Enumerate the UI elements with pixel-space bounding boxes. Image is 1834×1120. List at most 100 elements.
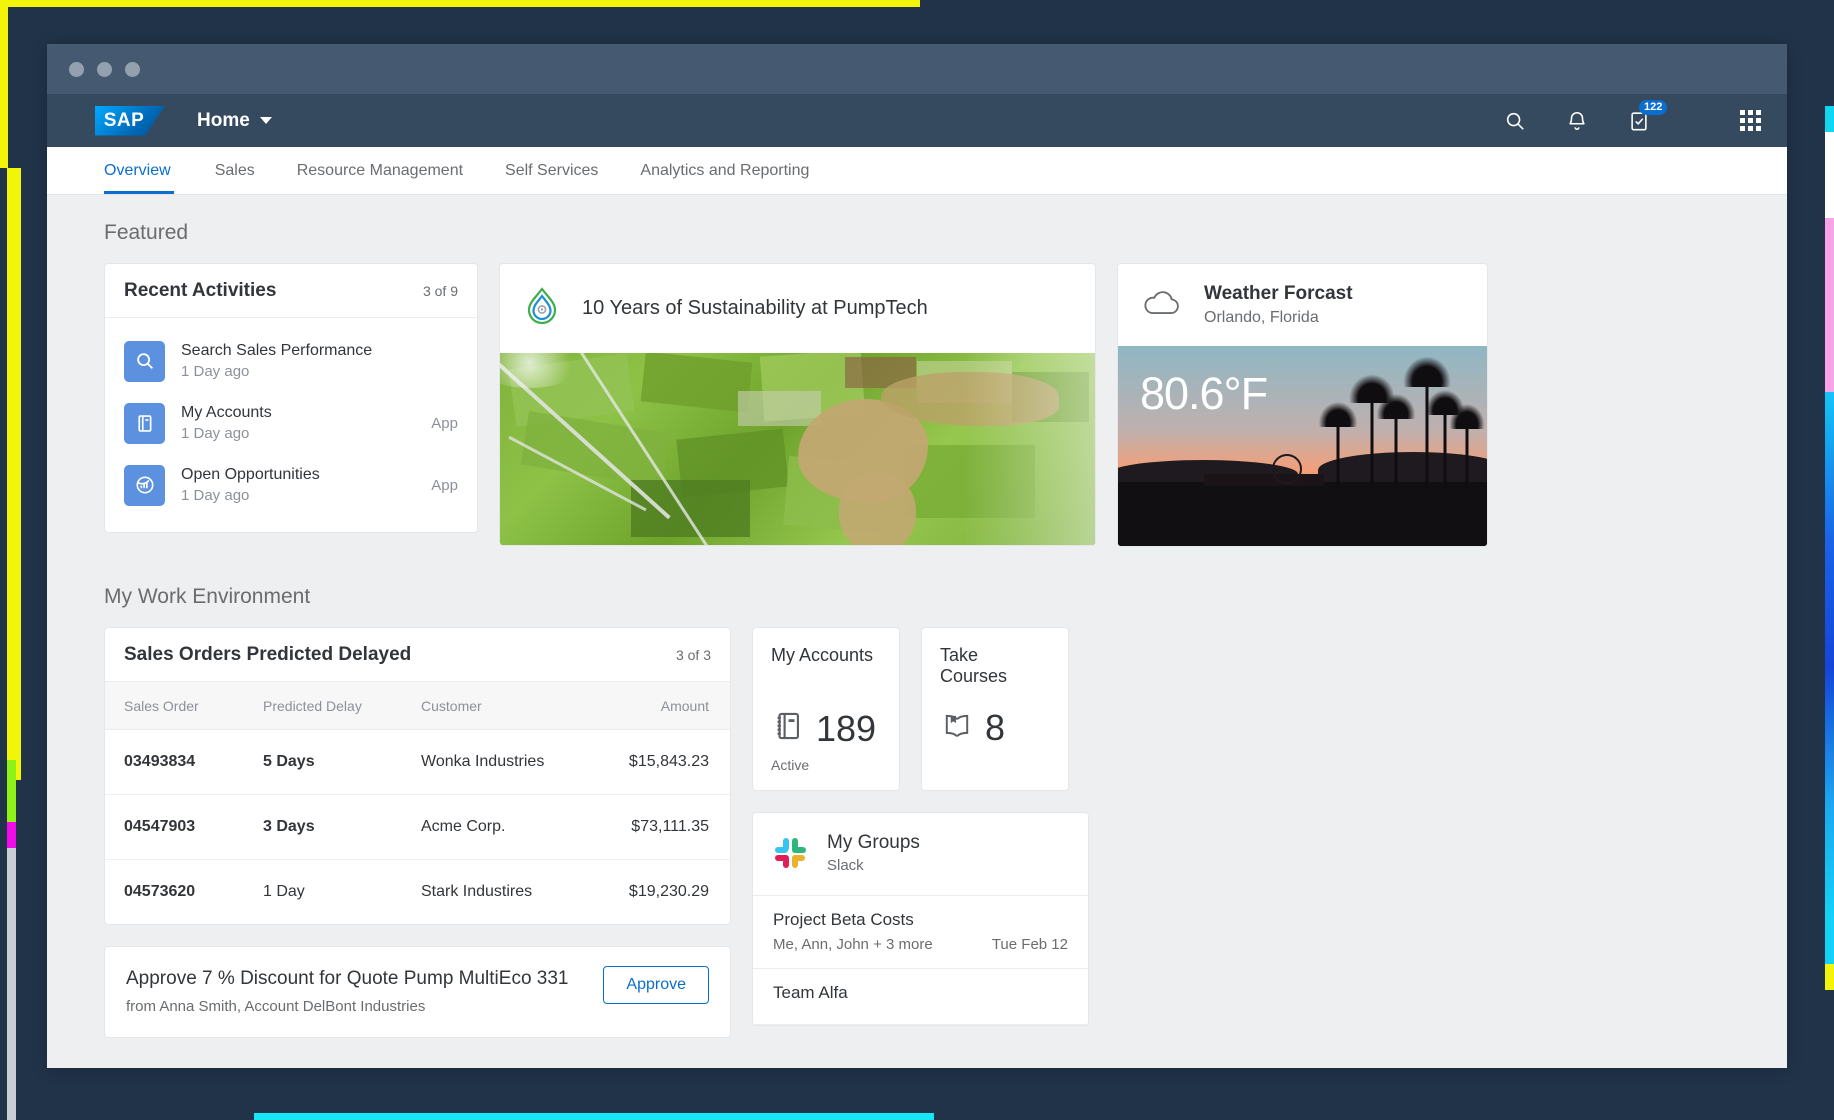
- slack-logo-icon: [773, 836, 809, 872]
- tab-sales[interactable]: Sales: [194, 147, 276, 194]
- grid-menu-icon[interactable]: [1740, 110, 1761, 131]
- tab-resource-management-label: Resource Management: [296, 161, 464, 179]
- home-menu-button[interactable]: Home: [197, 110, 272, 132]
- bell-icon[interactable]: [1564, 108, 1590, 134]
- cell-customer: Stark Industires: [421, 883, 533, 900]
- kpi-tiles-row: My Accounts 189 Active Take Courses 8: [752, 627, 1089, 791]
- column-header-customer[interactable]: Customer: [421, 682, 601, 730]
- weather-title: Weather Forcast: [1204, 283, 1353, 304]
- tile-take-courses[interactable]: Take Courses 8: [921, 627, 1069, 791]
- tile-my-accounts-title: My Accounts: [771, 645, 874, 665]
- cell-amount: $19,230.29: [628, 883, 709, 900]
- approval-subtitle: from Anna Smith, Account DelBont Industr…: [126, 998, 426, 1015]
- list-item[interactable]: Search Sales Performance 1 Day ago: [105, 330, 477, 392]
- cell-amount: $15,843.23: [601, 729, 730, 795]
- edge-strip-bottom: [254, 1113, 934, 1120]
- edge-strip-top: [0, 0, 920, 7]
- search-icon: [124, 340, 165, 382]
- column-header-amount[interactable]: Amount: [601, 682, 730, 730]
- table-row[interactable]: 04547903 3 Days Acme Corp. $73,111.35: [105, 794, 730, 860]
- my-groups-source: Slack: [827, 857, 864, 874]
- search-icon[interactable]: [1502, 108, 1528, 134]
- section-title-featured: Featured: [104, 221, 189, 244]
- cell-sales-order: 04573620: [124, 883, 196, 900]
- edge-strip-right-cyan: [1825, 106, 1834, 132]
- tile-take-courses-title: Take Courses: [940, 645, 1008, 686]
- page-content: Featured Recent Activities 3 of 9 Search…: [47, 195, 1787, 1068]
- sap-logo[interactable]: SAP: [95, 105, 165, 136]
- group-item-members: Me, Ann, John + 3 more: [773, 936, 933, 953]
- edge-strip-right-cyan2: [1825, 922, 1834, 964]
- weather-header: Weather Forcast Orlando, Florida: [1118, 264, 1487, 346]
- temperature-value: 80.6°F: [1140, 368, 1268, 419]
- group-list-item[interactable]: Project Beta Costs Me, Ann, John + 3 mor…: [753, 896, 1088, 969]
- chart-globe-icon: [124, 464, 165, 506]
- sap-logo-text: SAP: [103, 109, 145, 131]
- list-item-title: Open Opportunities: [181, 466, 320, 483]
- tile-my-accounts-footer: Active: [771, 757, 810, 773]
- cell-customer: Acme Corp.: [421, 794, 601, 860]
- card-approval-request: Approve 7 % Discount for Quote Pump Mult…: [104, 946, 731, 1038]
- group-item-date: Tue Feb 12: [991, 936, 1068, 953]
- list-item-tag: App: [431, 476, 458, 494]
- sales-orders-table: Sales Order Predicted Delay Customer Amo…: [105, 682, 730, 924]
- recent-activities-count: 3 of 9: [422, 283, 458, 299]
- tab-self-services[interactable]: Self Services: [484, 147, 619, 194]
- cloud-icon: [1140, 287, 1184, 324]
- edge-strip-right-white: [1825, 132, 1834, 218]
- list-item-text: Open Opportunities 1 Day ago: [181, 464, 320, 506]
- open-book-icon: [940, 708, 974, 747]
- card-my-groups: My Groups Slack Project Beta Costs Me, A…: [752, 812, 1089, 1026]
- sales-orders-header: Sales Orders Predicted Delayed 3 of 3: [105, 628, 730, 682]
- work-env-right-column: My Accounts 189 Active Take Courses 8 My…: [752, 627, 1089, 1026]
- list-item-title: Search Sales Performance: [181, 342, 373, 359]
- sustainability-image: [500, 353, 1095, 545]
- column-header-predicted-delay[interactable]: Predicted Delay: [263, 682, 421, 730]
- task-count-badge: 122: [1639, 99, 1668, 115]
- edge-strip-right-blue: [1825, 392, 1834, 922]
- sustainability-title: 10 Years of Sustainability at PumpTech: [582, 297, 928, 319]
- list-item[interactable]: Open Opportunities 1 Day ago App: [105, 454, 477, 516]
- list-item-title: My Accounts: [181, 404, 272, 421]
- clipboard-check-icon[interactable]: 122: [1626, 99, 1668, 134]
- my-groups-title: My Groups: [827, 832, 920, 853]
- group-item-title: Project Beta Costs: [773, 910, 914, 929]
- tab-analytics-reporting[interactable]: Analytics and Reporting: [619, 147, 830, 194]
- list-item-text: My Accounts 1 Day ago: [181, 402, 272, 444]
- edge-strip-left-upper: [0, 0, 8, 168]
- column-header-sales-order[interactable]: Sales Order: [105, 682, 263, 730]
- my-groups-header: My Groups Slack: [753, 813, 1088, 896]
- list-item-time: 1 Day ago: [181, 487, 250, 504]
- window-maximize-dot[interactable]: [125, 61, 140, 77]
- sales-orders-count: 3 of 3: [675, 647, 711, 663]
- list-item-time: 1 Day ago: [181, 363, 250, 380]
- notebook-icon: [771, 709, 805, 748]
- table-header-row: Sales Order Predicted Delay Customer Amo…: [105, 682, 730, 730]
- tab-resource-management[interactable]: Resource Management: [276, 147, 484, 194]
- tab-sales-label: Sales: [214, 161, 255, 179]
- group-item-meta: Me, Ann, John + 3 more Tue Feb 12: [773, 936, 1068, 953]
- card-sales-orders: Sales Orders Predicted Delayed 3 of 3 Sa…: [104, 627, 731, 925]
- tab-overview-label: Overview: [104, 161, 171, 179]
- edge-strip-right-pink: [1825, 218, 1834, 392]
- work-environment-row: Sales Orders Predicted Delayed 3 of 3 Sa…: [47, 627, 1787, 1038]
- table-row[interactable]: 03493834 5 Days Wonka Industries $15,843…: [105, 729, 730, 795]
- card-sustainability[interactable]: 10 Years of Sustainability at PumpTech: [499, 263, 1096, 546]
- card-weather[interactable]: Weather Forcast Orlando, Florida 80.6°F: [1117, 263, 1488, 547]
- sustainability-header: 10 Years of Sustainability at PumpTech: [500, 264, 1095, 353]
- group-list-item[interactable]: Team Alfa: [753, 969, 1088, 1025]
- sales-orders-title: Sales Orders Predicted Delayed: [124, 644, 412, 665]
- group-item-title: Team Alfa: [773, 983, 848, 1002]
- weather-text: Weather Forcast Orlando, Florida: [1204, 281, 1353, 329]
- window-close-dot[interactable]: [69, 61, 84, 77]
- weather-location: Orlando, Florida: [1204, 309, 1319, 326]
- table-row[interactable]: 04573620 1 Day Stark Industires $19,230.…: [105, 860, 730, 925]
- weather-image: 80.6°F: [1118, 346, 1487, 546]
- cell-sales-order: 04547903: [105, 794, 263, 860]
- window-minimize-dot[interactable]: [97, 61, 112, 77]
- approve-button[interactable]: Approve: [603, 966, 709, 1004]
- list-item[interactable]: My Accounts 1 Day ago App: [105, 392, 477, 454]
- tile-my-accounts[interactable]: My Accounts 189 Active: [752, 627, 900, 791]
- cell-predicted-delay: 1 Day: [263, 883, 305, 900]
- tab-overview[interactable]: Overview: [104, 147, 194, 194]
